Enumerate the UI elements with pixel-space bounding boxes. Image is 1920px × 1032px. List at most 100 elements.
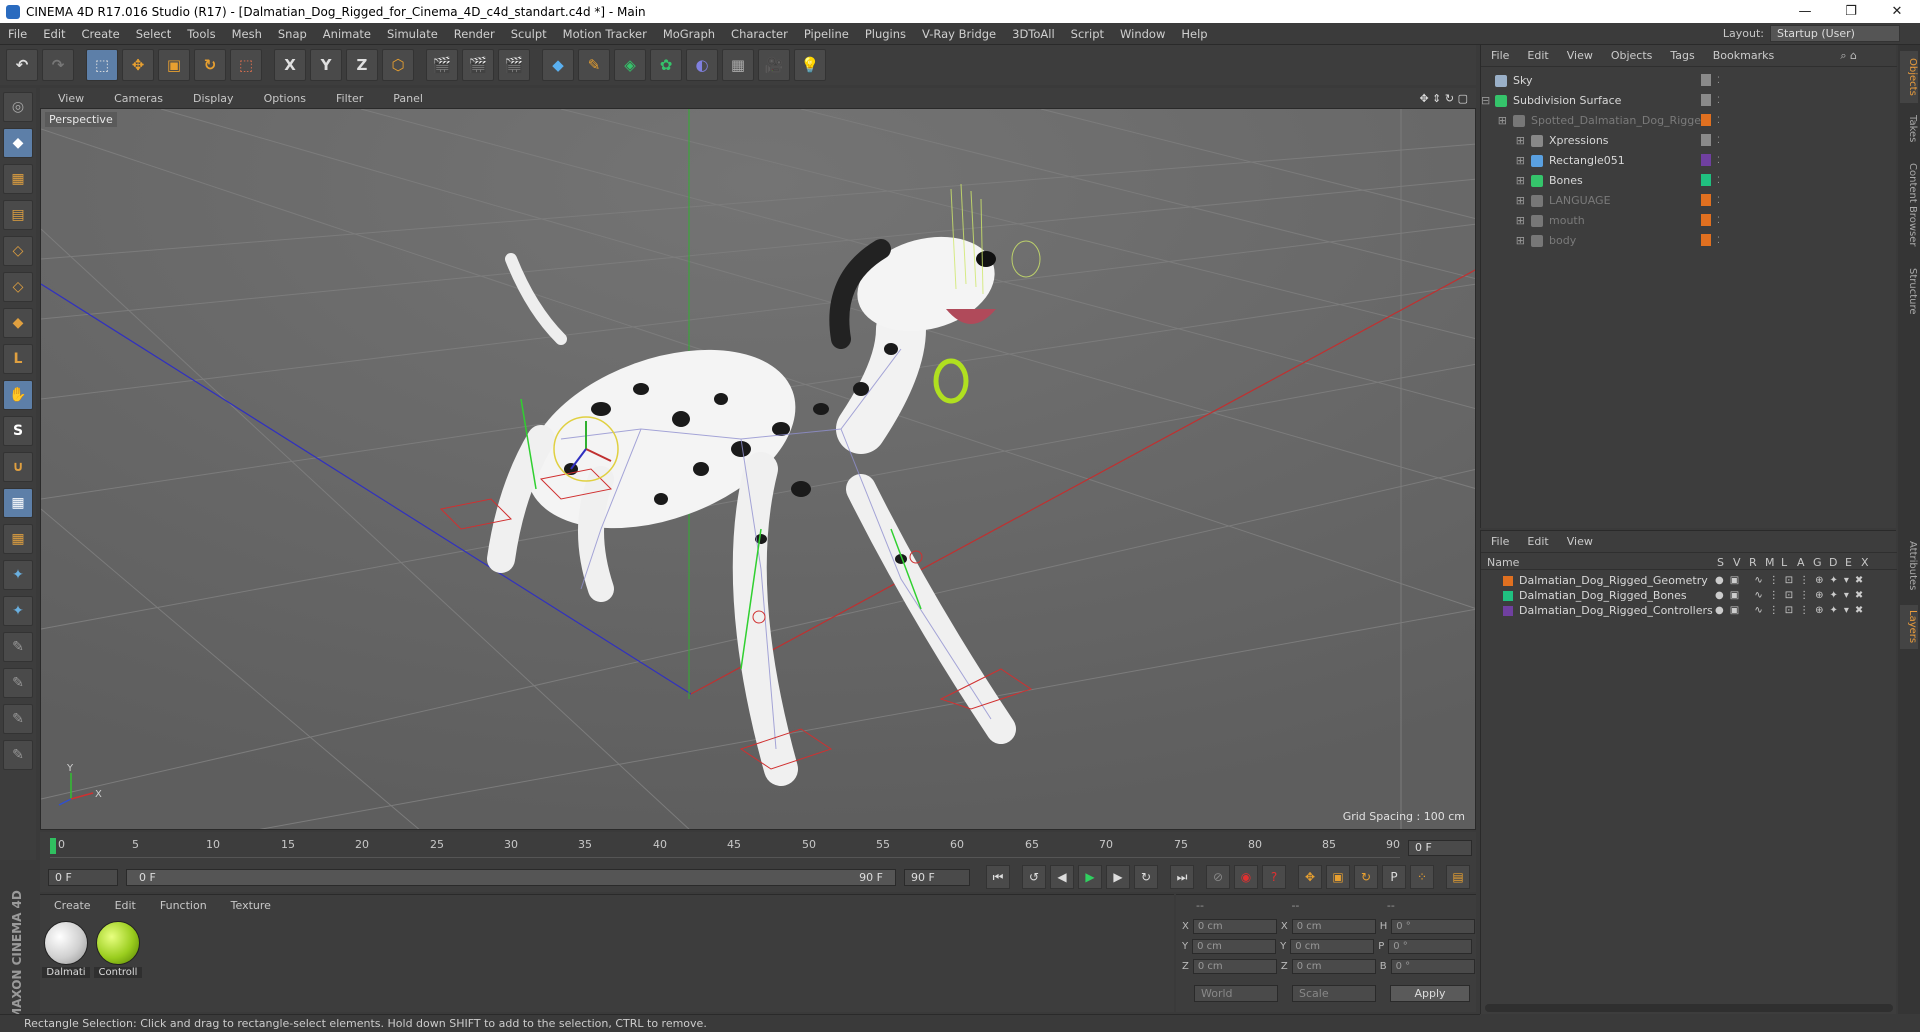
expand-toggle-icon[interactable]: ⊞ [1481,214,1525,227]
start-frame-field[interactable]: 0 F [48,868,118,886]
layer-color-icon[interactable] [1701,154,1711,166]
key-rotation-icon[interactable]: ↻ [1354,865,1378,889]
om-menu-tags[interactable]: Tags [1660,49,1702,62]
frame-range-slider[interactable]: 0 F 90 F [126,868,896,886]
undo-icon[interactable]: ↶ [6,49,38,81]
layer-color-icon[interactable] [1701,134,1711,146]
object-name[interactable]: Xpressions [1549,134,1609,147]
layer-col-x[interactable]: X [1861,556,1869,569]
redo-icon[interactable]: ↷ [42,49,74,81]
python-script-icon[interactable]: ✦ [3,596,33,626]
timeline-window-icon[interactable]: ▤ [1446,865,1470,889]
render-picture-viewer-icon[interactable]: 🎬 [462,49,494,81]
layer-horizontal-scrollbar[interactable] [1485,1004,1893,1012]
object-row[interactable]: ⊞ mouth ⁚ [1481,211,1897,230]
object-row[interactable]: ⊞ LANGUAGE ⁚ [1481,191,1897,210]
object-name[interactable]: Bones [1549,174,1583,187]
menu-tools[interactable]: Tools [179,27,223,41]
python-icon[interactable]: ✦ [3,560,33,590]
subdivision-surface-icon[interactable]: ◈ [614,49,646,81]
menu-3dtoall[interactable]: 3DToAll [1004,27,1063,41]
object-row[interactable]: Sky ⁚ [1481,71,1897,90]
viewport-menu-view[interactable]: View [40,92,96,105]
layer-color-swatch[interactable] [1503,575,1513,586]
layer-name[interactable]: Dalmatian_Dog_Rigged_Geometry [1519,574,1708,587]
record-keys-icon[interactable]: ◉ [1234,865,1258,889]
object-name[interactable]: Subdivision Surface [1513,94,1621,107]
edges-mode-icon[interactable]: ◇ [3,272,33,302]
expand-toggle-icon[interactable]: ⊞ [1481,174,1525,187]
mograph-cloner-icon[interactable]: ✿ [650,49,682,81]
axis-mode-icon[interactable]: L [3,344,33,374]
viewport-menu-options[interactable]: Options [246,92,318,105]
goto-end-icon[interactable]: ⏭ [1170,865,1194,889]
apply-button[interactable]: Apply [1390,985,1470,1002]
menu-motion-tracker[interactable]: Motion Tracker [555,27,655,41]
layer-col-m[interactable]: M [1765,556,1775,569]
material-menu-function[interactable]: Function [146,899,217,912]
key-parameter-icon[interactable]: P [1382,865,1406,889]
object-row[interactable]: ⊞ Xpressions ⁚ [1481,131,1897,150]
current-frame-field[interactable]: 0 F [1408,840,1472,856]
layout-dropdown[interactable]: Startup (User) [1770,25,1900,42]
material-menu-texture[interactable]: Texture [217,899,281,912]
move-icon[interactable]: ✥ [122,49,154,81]
key-pla-icon[interactable]: ⁘ [1410,865,1434,889]
expand-toggle-icon[interactable]: ⊞ [1481,154,1525,167]
coord-rot-h-field[interactable]: 0 ° [1391,919,1476,934]
layer-color-icon[interactable] [1701,174,1711,186]
grid-snap-icon[interactable]: ▦ [3,524,33,554]
menu-plugins[interactable]: Plugins [857,27,914,41]
tab-content-browser[interactable]: Content Browser [1900,155,1918,255]
motion-record-icon[interactable]: ⊘ [1206,865,1230,889]
viewport-menu-panel[interactable]: Panel [375,92,435,105]
layer-color-icon[interactable] [1701,214,1711,226]
maximize-button[interactable]: ❐ [1828,0,1874,23]
prev-key-icon[interactable]: ↺ [1022,865,1046,889]
light-icon[interactable]: 💡 [794,49,826,81]
expand-toggle-icon[interactable]: ⊞ [1481,134,1525,147]
weight-tool-icon[interactable]: ✎ [3,740,33,770]
coord-rot-p-field[interactable]: 0 ° [1388,939,1473,954]
close-button[interactable]: ✕ [1874,0,1920,23]
solo-icon[interactable]: S [3,416,33,446]
minimize-button[interactable]: — [1782,0,1828,23]
object-name[interactable]: Sky [1513,74,1532,87]
layer-col-g[interactable]: G [1813,556,1822,569]
menu-window[interactable]: Window [1112,27,1173,41]
object-row[interactable]: ⊞ body ⁚ [1481,231,1897,250]
menu-snap[interactable]: Snap [270,27,315,41]
layer-col-l[interactable]: L [1781,556,1787,569]
layer-col-a[interactable]: A [1797,556,1805,569]
visibility-dots-icon[interactable]: ⁚ [1717,156,1720,166]
menu-file[interactable]: File [0,27,35,41]
viewport-menu-cameras[interactable]: Cameras [96,92,175,105]
menu-create[interactable]: Create [74,27,128,41]
model-mode-icon[interactable]: ◆ [3,128,33,158]
layer-color-swatch[interactable] [1503,590,1513,601]
layer-toggle-icons[interactable]: ●▣ ∿⋮⊡⋮⊕✦▾✖ [1715,575,1869,586]
timeline-ruler[interactable]: 0 5 10 15 20 25 30 35 40 45 50 55 60 65 … [40,832,1476,862]
visibility-dots-icon[interactable]: ⁚ [1717,196,1720,206]
edit-render-settings-icon[interactable]: 🎬 [498,49,530,81]
material-controllers[interactable]: Controll [94,921,142,978]
points-mode-icon[interactable]: ◇ [3,236,33,266]
object-name[interactable]: LANGUAGE [1549,194,1611,207]
object-name[interactable]: Spotted_Dalmatian_Dog_Rigged [1531,114,1708,127]
om-menu-view[interactable]: View [1557,49,1601,62]
menu-render[interactable]: Render [446,27,503,41]
render-view-icon[interactable]: 🎬 [426,49,458,81]
menu-simulate[interactable]: Simulate [379,27,446,41]
visibility-dots-icon[interactable]: ⁚ [1717,136,1720,146]
joint-tool-icon[interactable]: ✎ [3,704,33,734]
scale-icon[interactable]: ▣ [158,49,190,81]
layer-col-s[interactable]: S [1717,556,1724,569]
viewport-menu-filter[interactable]: Filter [318,92,375,105]
workplane-lock-icon[interactable]: ▦ [3,488,33,518]
menu-mesh[interactable]: Mesh [224,27,270,41]
layer-color-icon[interactable] [1701,234,1711,246]
layer-col-e[interactable]: E [1845,556,1852,569]
om-menu-bookmarks[interactable]: Bookmarks [1703,49,1782,62]
coord-size-y-field[interactable]: 0 cm [1290,939,1375,954]
material-menu-create[interactable]: Create [40,899,101,912]
